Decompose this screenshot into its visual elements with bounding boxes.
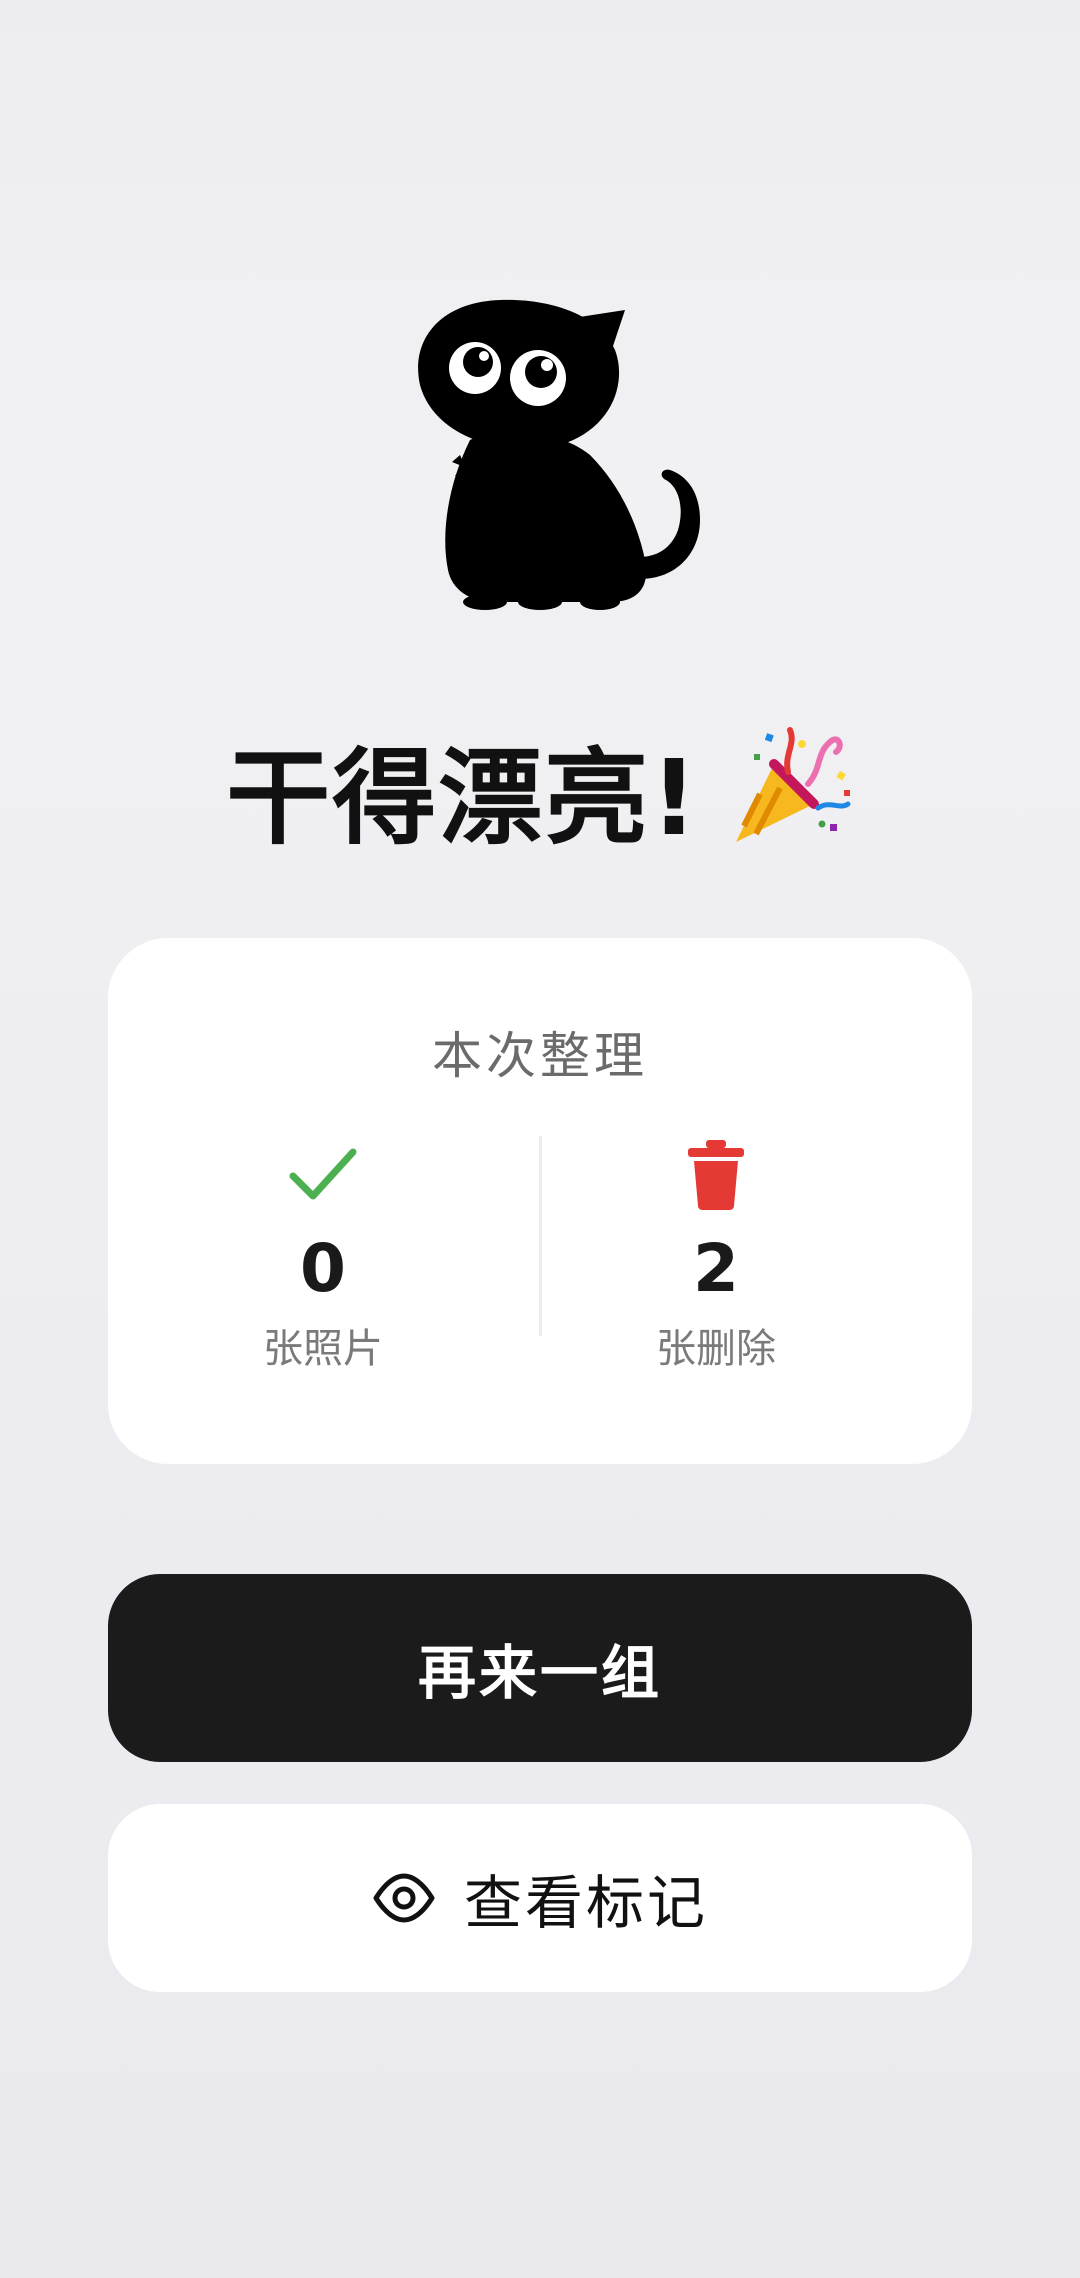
view-marked-button[interactable]: 查看标记 — [108, 1804, 972, 1992]
stat-deleted-label: 张删除 — [656, 1326, 776, 1372]
stat-kept-value: 0 — [300, 1230, 346, 1307]
summary-card: 本次整理 0 张照片 2 张删除 — [108, 938, 972, 1464]
stat-kept: 0 张照片 — [173, 1138, 473, 1378]
headline-title: 干得漂亮! — [226, 736, 700, 859]
stat-kept-label: 张照片 — [263, 1326, 383, 1372]
view-marked-label: 查看标记 — [463, 1869, 708, 1937]
black-cat-illustration — [418, 299, 700, 610]
another-batch-button[interactable]: 再来一组 — [108, 1574, 972, 1762]
summary-title: 本次整理 — [432, 1027, 648, 1085]
stat-deleted-value: 2 — [693, 1230, 739, 1307]
trash-icon — [688, 1140, 744, 1210]
party-popper-icon — [735, 727, 851, 842]
another-batch-label: 再来一组 — [417, 1639, 662, 1707]
eye-icon — [373, 1873, 435, 1923]
divider — [539, 1136, 542, 1336]
headline: 干得漂亮! — [0, 718, 1080, 859]
checkmark-icon — [289, 1148, 357, 1200]
stat-deleted: 2 张删除 — [566, 1138, 866, 1378]
